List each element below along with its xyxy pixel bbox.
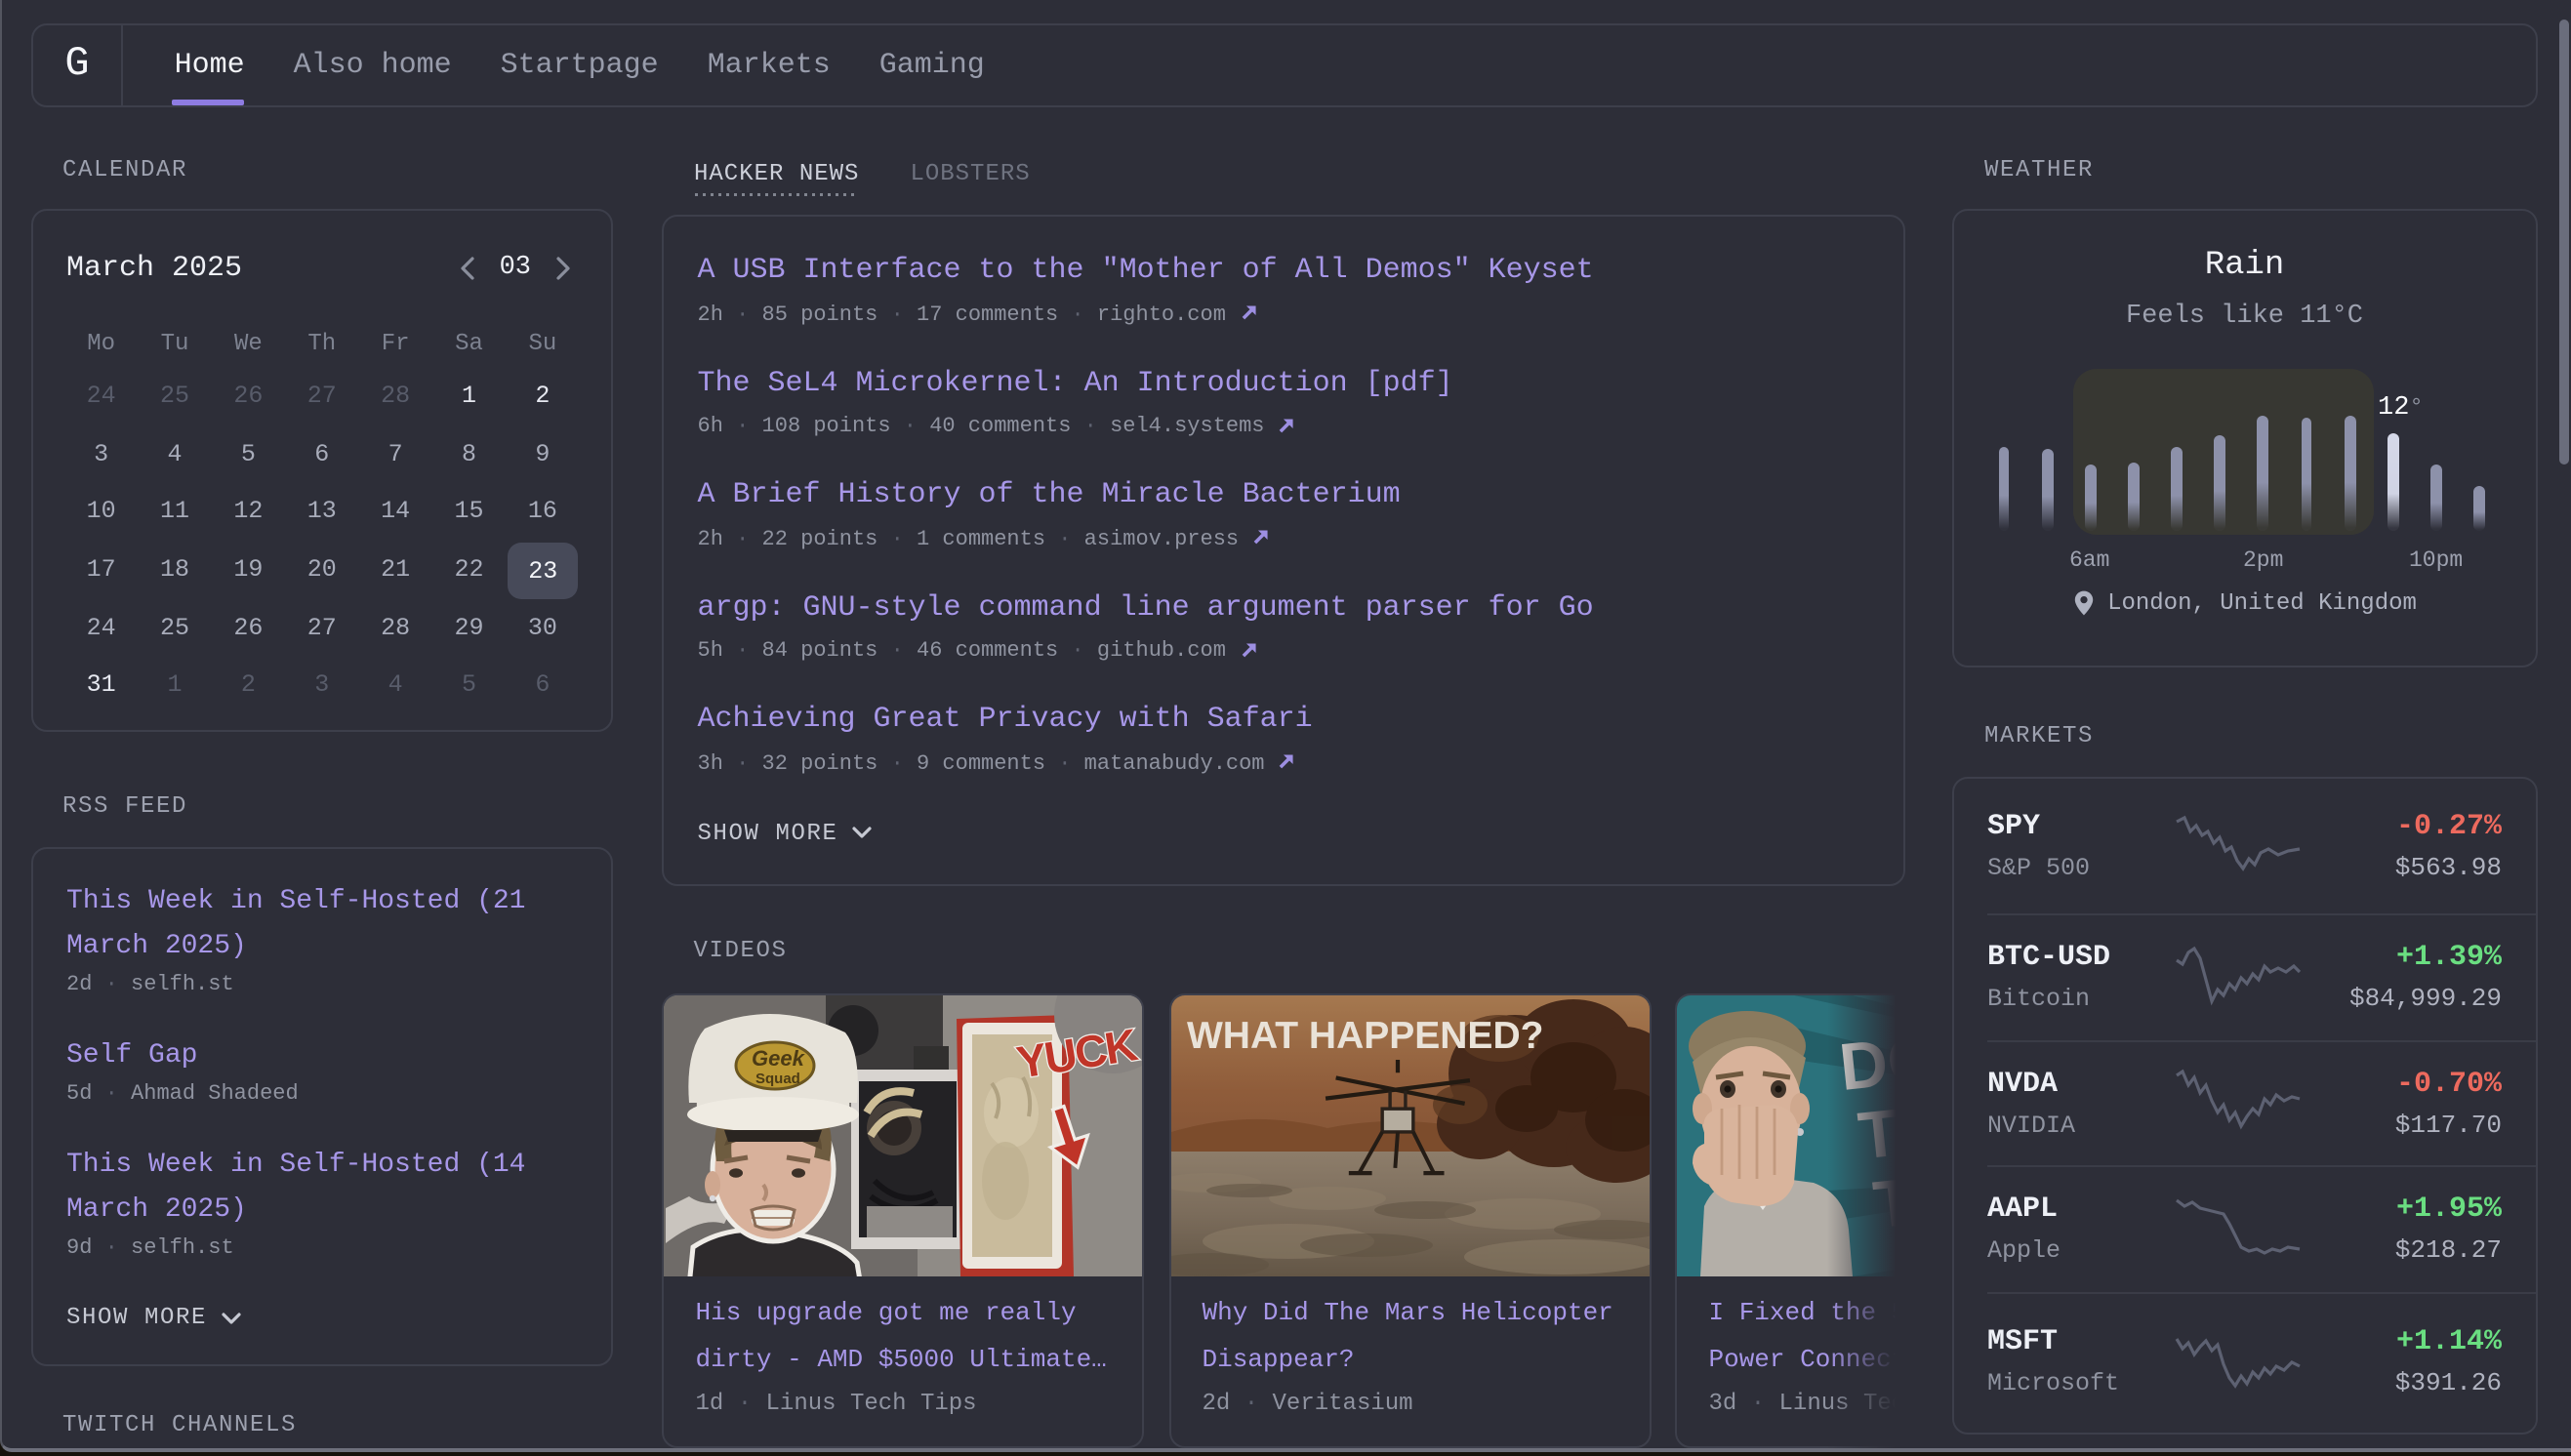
svg-text:WHAT HAPPENED?: WHAT HAPPENED?	[1187, 1015, 1543, 1057]
svg-text:Squad: Squad	[756, 1071, 801, 1087]
svg-text:Geek: Geek	[753, 1046, 807, 1071]
